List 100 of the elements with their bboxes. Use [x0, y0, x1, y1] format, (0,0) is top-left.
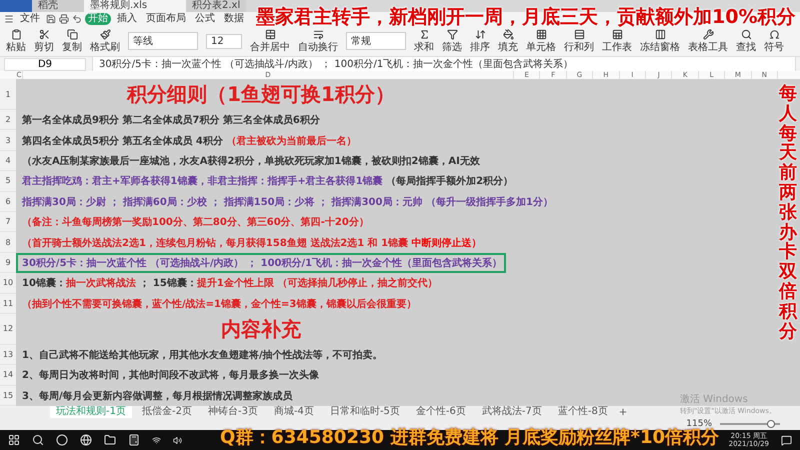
wifi-icon	[152, 436, 161, 444]
merge-cells-icon	[264, 28, 276, 40]
row-number: 11	[0, 294, 16, 314]
ribbon-tool[interactable]: 工作表	[602, 28, 632, 54]
search-icon[interactable]	[32, 434, 44, 446]
undo-icon[interactable]	[72, 14, 82, 24]
cell-text: （首开骑士额外送战法2选1，连续包月粉钻，每月获得158鱼翅 送战法2选1 和 1锦囊 中断则停止送）	[22, 236, 482, 250]
row-number: 1	[0, 79, 16, 110]
ribbon-tool[interactable]: 冻结窗格	[640, 28, 680, 54]
row-number: 5	[0, 171, 16, 192]
row-number: 10	[0, 273, 16, 294]
rows-icon	[574, 28, 584, 40]
volume-icon	[173, 436, 182, 444]
cell-text: 10锦囊：抽一次武将战法 ； 15锦囊：提升1金个性上限 （可选择抽几秒停止，抽之前交代）	[22, 276, 438, 290]
zoom-level: 115%	[686, 419, 712, 429]
sheet-tab[interactable]: 日常和临时-5页	[324, 406, 406, 418]
cell-text: 2、每周日为改将时间，其他时间段不改武将，每月最多换一次头像	[22, 368, 319, 382]
row-number: 3	[0, 130, 16, 151]
search-icon	[740, 28, 752, 40]
cell-text: 第一名全体成员9积分 第二名全体成员7积分 第三名全体成员6积分	[22, 114, 320, 128]
copy-icon	[66, 28, 78, 40]
row-number: 12	[0, 314, 16, 345]
menu-tab[interactable]: 公式	[192, 13, 218, 25]
cell-text: 指挥满30局：少尉 ； 指挥满60局：少校 ； 指挥满150局：少将 ； 指挥满300局：元帅 （每升一级指挥手多加1分）	[22, 196, 553, 209]
sheet-tab[interactable]: 蓝个性-8页	[552, 406, 614, 418]
ribbon-tool[interactable]: 求和	[414, 28, 434, 54]
ribbon-tool[interactable]: 自动换行	[298, 28, 338, 54]
columns-icon	[654, 28, 666, 40]
sort-icon	[474, 28, 486, 40]
cell-text: 1、自己武将不能送给其他玩家，用其他水友鱼翅建将/抽个性战法等，不可拍卖。	[22, 348, 383, 362]
paint-bucket-icon	[502, 28, 514, 40]
selected-cell[interactable]: 30积分/5卡：抽一次蓝个性 （可选抽战斗/内政） ； 100积分/1飞机：抽一次金个性（里面包含武将关系）	[16, 252, 506, 274]
windows-logo-icon[interactable]	[8, 434, 20, 446]
ribbon-tool[interactable]: 行和列	[564, 28, 594, 54]
ribbon-tool[interactable]: 筛选	[442, 28, 462, 54]
menu-tab[interactable]: 文件	[17, 13, 43, 25]
ribbon-tool[interactable]: 填充	[498, 28, 518, 54]
menu-tab[interactable]: 数据	[221, 13, 247, 25]
cell-text: 第四名全体成员5积分 第五名全体成员 4积分 （君主被砍为当前最后一名）	[22, 134, 356, 148]
calculator-icon[interactable]	[128, 434, 140, 446]
number-format-field[interactable]: 常规	[346, 32, 406, 50]
ribbon-tool[interactable]: 粘贴	[6, 28, 26, 54]
ribbon-tool[interactable]: 格式刷	[90, 28, 120, 54]
ribbon-tool[interactable]: 排序	[470, 28, 490, 54]
sheet-tab[interactable]: 抵偿金-2页	[136, 406, 198, 418]
ribbon-tool[interactable]: 剪切	[34, 28, 54, 54]
omega-icon	[768, 28, 780, 40]
cell-text: （水友A压制某家族最后一座城池，水友A获得2积分，单挑砍死玩家加1锦囊，被砍则扣2锦囊，AI无效	[22, 154, 480, 168]
cell-text: 3、每周/每月会更新内容做调整，每月根据情况调整家族成员	[22, 389, 293, 403]
cell-text: 君主指挥吃鸡：君主+军师各获得1锦囊，非君主指挥：指挥手+君主各获得1锦囊 （每局指挥手额外加2积分）	[22, 174, 514, 188]
font-field[interactable]: 等线	[128, 32, 198, 50]
notification-icon[interactable]	[781, 434, 792, 446]
slider-thumb[interactable]	[767, 420, 775, 428]
document-tab[interactable]: 墨将规则.xls	[84, 0, 186, 12]
cell-reference-field[interactable]: D9	[4, 58, 86, 70]
row-number: 8	[0, 232, 16, 253]
print-icon[interactable]	[59, 14, 69, 24]
sheet-tab[interactable]: 金个性-6页	[410, 406, 472, 418]
ribbon-tool[interactable]: 查找	[736, 28, 756, 54]
row-number: 15	[0, 386, 16, 406]
bottom-overlay: Q群：634580230 进群免费建将 月底奖励粉丝牌*10倍积分	[220, 426, 720, 449]
cell-text: 30积分/5卡：抽一次蓝个性 （可选抽战斗/内政） ； 100积分/1飞机：抽一次金个性（里面包含武将关系）	[22, 256, 502, 270]
ribbon-tool[interactable]: 单元格	[526, 28, 556, 54]
wrench-icon	[702, 28, 714, 40]
row-number: 7	[0, 212, 16, 232]
menu-tab[interactable]: 页面布局	[143, 13, 189, 25]
row-number: 9	[0, 252, 16, 274]
row-number: 13	[0, 344, 16, 366]
formula-field[interactable]: 30积分/5卡：抽一次蓝个性 （可选抽战斗/内政） ； 100积分/1飞机：抽一次金个性（里面包含武将关系）	[92, 56, 796, 72]
cell-text: （抽到个性不需要可换锦囊，蓝个性/战法=1锦囊，金个性=3锦囊，锦囊以后会很重要）	[22, 298, 416, 311]
save-icon[interactable]	[46, 14, 56, 24]
sheet-tab[interactable]: 神铸台-3页	[202, 406, 264, 418]
add-sheet-icon[interactable]	[618, 407, 628, 417]
headline-overlay: 墨家君主转手，新档刚开一周，月底三天，贡献额外加10%积分	[256, 5, 796, 30]
sheet-tab[interactable]: 商城-4页	[268, 406, 320, 418]
sheet-tab[interactable]: 武将战法-7页	[476, 406, 548, 418]
filter-icon	[446, 28, 458, 40]
document-tab[interactable]: 积分表2.xl	[186, 0, 246, 12]
font-size-field[interactable]: 12	[206, 34, 242, 48]
ribbon-tool[interactable]: 符号	[764, 28, 784, 54]
sigma-icon	[418, 28, 430, 40]
folder-icon[interactable]	[104, 434, 116, 446]
row-number: 4	[0, 150, 16, 172]
ribbon-tool[interactable]: 表格工具	[688, 28, 728, 54]
row-number: 6	[0, 192, 16, 212]
sheet-icon	[612, 28, 622, 40]
row-number: 14	[0, 365, 16, 386]
circle-icon[interactable]	[56, 434, 68, 446]
side-overlay: 每人每天前两张办卡双倍积分	[779, 84, 797, 342]
cell-text: （备注：斗鱼每周榜第一奖励100分、第二80分、第三60分、第四-十20分）	[22, 215, 369, 230]
grid-icon	[536, 28, 546, 40]
scissors-icon	[38, 28, 50, 40]
document-tab[interactable]: 稻壳	[32, 0, 84, 12]
globe-icon[interactable]	[80, 434, 92, 446]
clipboard-icon	[10, 28, 22, 40]
ribbon-tool[interactable]: 复制	[62, 28, 82, 54]
menu-tab[interactable]: 插入	[114, 13, 140, 25]
ribbon-tool[interactable]: 合并居中	[250, 28, 290, 54]
paintbrush-icon	[100, 28, 110, 40]
menu-icon[interactable]	[4, 14, 14, 24]
